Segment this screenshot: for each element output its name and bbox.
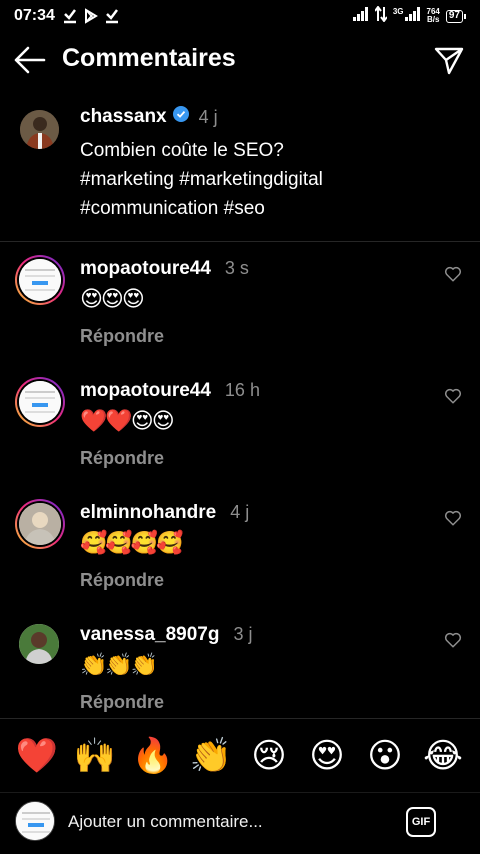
reaction-surprised-emoji[interactable]: 😮 <box>361 736 409 776</box>
comment-time: 3 s <box>224 258 249 278</box>
comment-item: mopaotoure44 16 h ❤️❤️😍😍 Répondre <box>0 377 480 499</box>
comment-item: elminnohandre 4 j 🥰🥰🥰🥰 Répondre <box>0 499 480 621</box>
divider <box>0 241 480 242</box>
send-icon[interactable] <box>434 45 464 75</box>
download-check-icon <box>63 8 77 24</box>
status-time: 07:34 <box>14 7 55 24</box>
username[interactable]: elminnohandre <box>80 502 216 523</box>
comment-user: elminnohandre 4 j <box>80 502 249 524</box>
reaction-crying-emoji[interactable]: 😢 <box>245 736 293 776</box>
play-store-icon <box>83 8 99 24</box>
avatar[interactable] <box>15 377 65 427</box>
verified-badge-icon <box>172 106 189 128</box>
reply-button[interactable]: Répondre <box>80 326 164 347</box>
comment-text: 👏👏👏 <box>80 652 158 677</box>
download-check-icon <box>105 8 119 24</box>
comment-input[interactable]: Ajouter un commentaire... <box>68 812 263 832</box>
comment-text: 😍😍😍 <box>80 286 145 311</box>
username[interactable]: mopaotoure44 <box>80 380 211 401</box>
avatar[interactable] <box>15 255 65 305</box>
net-speed: 764 B/s <box>426 7 440 24</box>
heart-icon[interactable] <box>444 265 462 283</box>
reaction-heart-eyes-emoji[interactable]: 😍 <box>303 736 351 776</box>
comment-user: vanessa_8907g 3 j <box>80 624 252 646</box>
heart-icon[interactable] <box>444 509 462 527</box>
reaction-red-heart-emoji[interactable]: ❤️ <box>13 736 61 776</box>
avatar[interactable] <box>15 499 65 549</box>
reply-button[interactable]: Répondre <box>80 570 164 591</box>
avatar[interactable] <box>19 624 59 664</box>
caption-text: Combien coûte le SEO? #marketing #market… <box>80 140 323 219</box>
status-bar: 07:34 3G 764 B/s 97 <box>0 0 480 32</box>
signal-icon <box>404 6 421 26</box>
reaction-fire-emoji[interactable]: 🔥 <box>129 736 177 776</box>
comment-composer: Ajouter un commentaire... GIF <box>0 792 480 854</box>
quick-reaction-bar: ❤️ 🙌 🔥 👏 😢 😍 😮 😂 <box>0 718 480 792</box>
comment-user: mopaotoure44 16 h <box>80 380 260 402</box>
username[interactable]: vanessa_8907g <box>80 624 219 645</box>
username[interactable]: mopaotoure44 <box>80 258 211 279</box>
avatar[interactable] <box>20 110 59 149</box>
comment-text: ❤️❤️😍😍 <box>80 408 175 433</box>
comment-time: 16 h <box>224 380 260 400</box>
comment-time: 3 j <box>233 624 253 644</box>
gif-button[interactable]: GIF <box>406 807 436 837</box>
signal-icon <box>352 6 369 26</box>
header: Commentaires <box>0 32 480 88</box>
data-arrows-icon <box>374 4 388 27</box>
reaction-raised-hands-emoji[interactable]: 🙌 <box>71 736 119 776</box>
caption-time: 4 j <box>198 106 218 127</box>
comment-user: mopaotoure44 3 s <box>80 258 249 280</box>
reply-button[interactable]: Répondre <box>80 692 164 713</box>
caption-user: chassanx 4 j <box>80 106 218 128</box>
heart-icon[interactable] <box>444 631 462 649</box>
avatar <box>15 801 55 841</box>
comment-text: 🥰🥰🥰🥰 <box>80 530 184 555</box>
reaction-tears-of-joy-emoji[interactable]: 😂 <box>419 736 467 776</box>
page-title: Commentaires <box>62 44 236 72</box>
comment-item: mopaotoure44 3 s 😍😍😍 Répondre <box>0 255 480 377</box>
reply-button[interactable]: Répondre <box>80 448 164 469</box>
battery-icon: 97 <box>445 9 466 23</box>
heart-icon[interactable] <box>444 387 462 405</box>
network-type: 3G <box>392 6 404 16</box>
back-arrow-icon[interactable] <box>14 46 46 74</box>
reaction-clapping-emoji[interactable]: 👏 <box>187 736 235 776</box>
comment-time: 4 j <box>230 502 250 522</box>
username[interactable]: chassanx <box>80 106 167 128</box>
